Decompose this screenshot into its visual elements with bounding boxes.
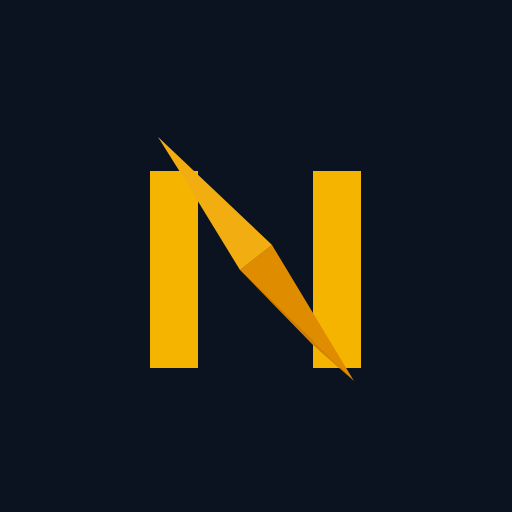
- app-icon: [0, 0, 512, 512]
- letter-n-left-stem: [150, 171, 198, 368]
- n-compass-logo-icon: [0, 0, 512, 512]
